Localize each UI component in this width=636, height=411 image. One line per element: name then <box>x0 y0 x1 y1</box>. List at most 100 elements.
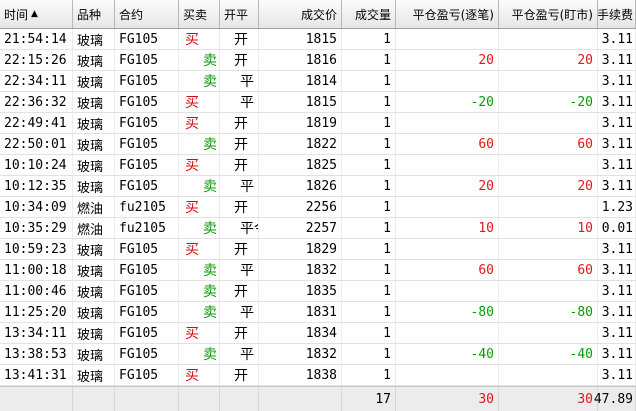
cell-contract: FG105 <box>115 239 179 259</box>
table-row[interactable]: 10:12:35 玻璃 FG105 卖平 1826 1 20 20 3.11 <box>0 176 636 197</box>
cell-pnl-mark: 20 <box>499 50 598 70</box>
table-row[interactable]: 22:50:01 玻璃 FG105 卖开 1822 1 60 60 3.11 <box>0 134 636 155</box>
table-row[interactable]: 13:41:31 玻璃 FG105 买开 1838 1 3.11 <box>0 365 636 386</box>
column-header-product[interactable]: 品种 <box>73 0 115 28</box>
cell-pnl-mark: -40 <box>499 344 598 364</box>
cell-open-close: 平 <box>220 71 259 91</box>
cell-volume: 1 <box>342 50 396 70</box>
cell-buy-sell: 卖 <box>179 218 220 238</box>
cell-product: 燃油 <box>73 218 115 238</box>
cell-open-close: 平 <box>220 92 259 112</box>
table-row[interactable]: 22:49:41 玻璃 FG105 买开 1819 1 3.11 <box>0 113 636 134</box>
cell-pnl-mark: 60 <box>499 260 598 280</box>
cell-pnl-mark: 10 <box>499 218 598 238</box>
cell-open-close: 平 <box>220 344 259 364</box>
cell-pnl-mark: 20 <box>499 176 598 196</box>
cell-open-close: 开 <box>220 197 259 217</box>
cell-price: 1834 <box>259 323 342 343</box>
table-row[interactable]: 10:35:29燃油fu2105卖平今2257110100.01 <box>0 218 636 239</box>
cell-time: 11:00:46 <box>0 281 73 301</box>
column-header-price[interactable]: 成交价 <box>259 0 342 28</box>
table-row[interactable]: 22:34:11 玻璃 FG105 卖平 1814 1 3.11 <box>0 71 636 92</box>
cell-open-close: 开 <box>220 134 259 154</box>
cell-contract: FG105 <box>115 260 179 280</box>
cell-open-close: 开 <box>220 155 259 175</box>
cell-contract: FG105 <box>115 176 179 196</box>
column-header-contract[interactable]: 合约 <box>115 0 179 28</box>
cell-product: 玻璃 <box>73 365 115 385</box>
cell-fee: 3.11 <box>598 155 636 175</box>
header-label: 买卖 <box>183 7 208 22</box>
totals-cell-empty <box>259 387 342 411</box>
cell-volume: 1 <box>342 344 396 364</box>
cell-buy-sell: 卖 <box>179 281 220 301</box>
header-label: 成交价 <box>300 7 337 22</box>
cell-price: 2256 <box>259 197 342 217</box>
column-header-pnl-mark[interactable]: 平仓盈亏(盯市) <box>499 0 598 28</box>
cell-fee: 0.01 <box>598 218 636 238</box>
cell-pnl-trade: 60 <box>396 260 499 280</box>
cell-open-close: 平 <box>220 260 259 280</box>
cell-product: 玻璃 <box>73 302 115 322</box>
column-header-open-close[interactable]: 开平 <box>220 0 259 28</box>
cell-price: 1838 <box>259 365 342 385</box>
cell-contract: fu2105 <box>115 218 179 238</box>
column-header-volume[interactable]: 成交量 <box>342 0 396 28</box>
cell-open-close: 平 <box>220 176 259 196</box>
cell-product: 玻璃 <box>73 281 115 301</box>
cell-time: 21:54:14 <box>0 29 73 49</box>
cell-contract: FG105 <box>115 365 179 385</box>
column-header-time[interactable]: 时间 ▲ <box>0 0 73 28</box>
cell-fee: 3.11 <box>598 260 636 280</box>
cell-price: 1819 <box>259 113 342 133</box>
cell-price: 1815 <box>259 29 342 49</box>
sort-ascending-icon: ▲ <box>31 9 38 19</box>
cell-product: 玻璃 <box>73 323 115 343</box>
header-label: 手续费 <box>598 7 633 22</box>
header-label: 平仓盈亏(逐笔) <box>412 7 494 22</box>
table-row[interactable]: 13:34:11 玻璃 FG105 买开 1834 1 3.11 <box>0 323 636 344</box>
cell-open-close: 开 <box>220 29 259 49</box>
cell-price: 1835 <box>259 281 342 301</box>
table-row[interactable]: 13:38:53 玻璃 FG105 卖平 1832 1 -40 -40 3.11 <box>0 344 636 365</box>
cell-buy-sell: 买 <box>179 365 220 385</box>
header-label: 平仓盈亏(盯市) <box>511 7 593 22</box>
totals-cell-empty <box>115 387 179 411</box>
table-row[interactable]: 21:54:14 玻璃 FG105 买开 1815 1 3.11 <box>0 29 636 50</box>
cell-buy-sell: 买 <box>179 92 220 112</box>
cell-time: 13:34:11 <box>0 323 73 343</box>
cell-price: 1814 <box>259 71 342 91</box>
cell-price: 1816 <box>259 50 342 70</box>
table-row[interactable]: 10:10:24 玻璃 FG105 买开 1825 1 3.11 <box>0 155 636 176</box>
cell-open-close: 开 <box>220 113 259 133</box>
cell-pnl-trade <box>396 29 499 49</box>
cell-price: 1826 <box>259 176 342 196</box>
table-row[interactable]: 11:00:46 玻璃 FG105 卖开 1835 1 3.11 <box>0 281 636 302</box>
cell-price: 1832 <box>259 260 342 280</box>
cell-buy-sell: 买 <box>179 323 220 343</box>
column-header-buy-sell[interactable]: 买卖 <box>179 0 220 28</box>
cell-fee: 3.11 <box>598 176 636 196</box>
cell-volume: 1 <box>342 218 396 238</box>
cell-volume: 1 <box>342 197 396 217</box>
cell-product: 玻璃 <box>73 155 115 175</box>
cell-contract: FG105 <box>115 113 179 133</box>
totals-cell-empty <box>0 387 73 411</box>
cell-pnl-trade <box>396 281 499 301</box>
table-row[interactable]: 11:25:20 玻璃 FG105 卖平 1831 1 -80 -80 3.11 <box>0 302 636 323</box>
cell-time: 10:34:09 <box>0 197 73 217</box>
cell-buy-sell: 买 <box>179 197 220 217</box>
cell-buy-sell: 买 <box>179 155 220 175</box>
table-row[interactable]: 22:15:26 玻璃 FG105 卖开 1816 1 20 20 3.11 <box>0 50 636 71</box>
cell-fee: 3.11 <box>598 29 636 49</box>
cell-contract: FG105 <box>115 29 179 49</box>
cell-pnl-trade: 60 <box>396 134 499 154</box>
column-header-fee[interactable]: 手续费 <box>598 0 636 28</box>
table-row[interactable]: 22:36:32 玻璃 FG105 买平 1815 1 -20 -20 3.11 <box>0 92 636 113</box>
cell-pnl-trade <box>396 155 499 175</box>
table-row[interactable]: 10:34:09 燃油 fu2105 买开 2256 1 1.23 <box>0 197 636 218</box>
table-row[interactable]: 10:59:23 玻璃 FG105 买开 1829 1 3.11 <box>0 239 636 260</box>
cell-buy-sell: 买 <box>179 239 220 259</box>
table-row[interactable]: 11:00:18 玻璃 FG105 卖平 1832 1 60 60 3.11 <box>0 260 636 281</box>
column-header-pnl-trade[interactable]: 平仓盈亏(逐笔) <box>396 0 499 28</box>
